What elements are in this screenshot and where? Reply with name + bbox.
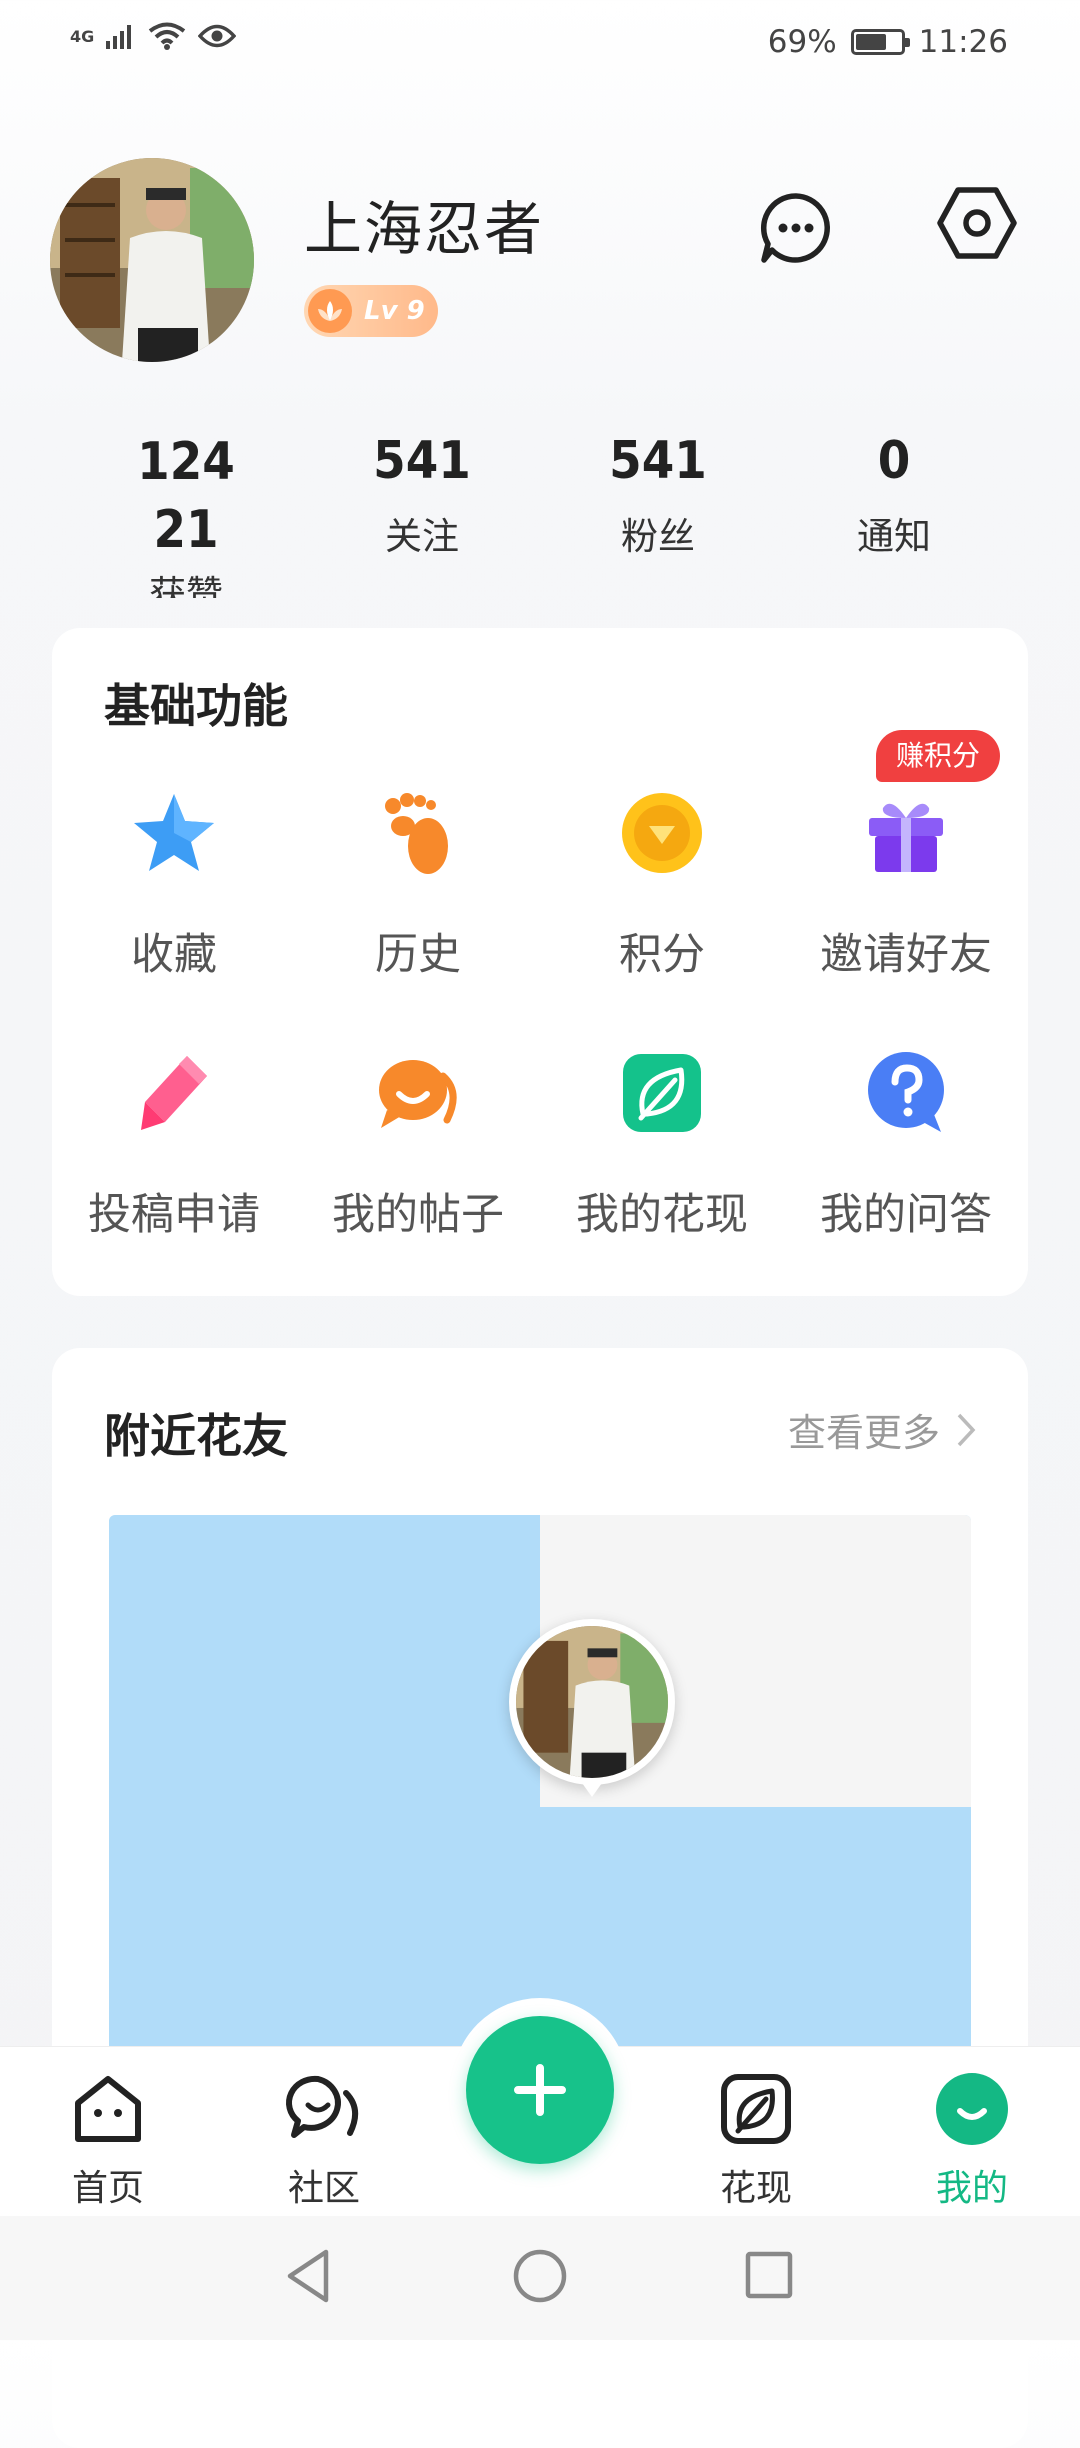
footprint-icon [385,793,448,874]
nav-me[interactable]: 我的 [892,2069,1052,2211]
fans-label: 粉丝 [621,515,695,558]
following-count: 541 [373,431,471,491]
points-label: 积分 [619,930,705,980]
history-label: 历史 [375,930,461,980]
leaf-icon [623,1054,701,1132]
back-triangle-icon[interactable] [282,2246,334,2306]
stat-likes[interactable]: 12421 获赞 [76,428,296,598]
leaf-icon [721,2074,791,2144]
community-icon [286,2075,359,2138]
level-badge: Lv 9 [304,285,438,337]
nav-home-label: 首页 [71,2168,144,2209]
settings-button[interactable] [934,180,1020,266]
chat-bubble-icon [760,193,830,263]
submission-apply-button[interactable]: 投稿申请 [52,1048,296,1242]
stat-fans[interactable]: 541 粉丝 [548,428,768,560]
view-more-link[interactable]: 查看更多 [788,1402,976,1457]
my-posts-button[interactable]: 我的帖子 [296,1048,540,1242]
map-user-pin[interactable] [509,1619,675,1797]
nav-community[interactable]: 社区 [244,2069,404,2211]
star-icon [134,794,214,871]
username: 上海忍者 [304,195,545,263]
notifications-count: 0 [877,431,911,491]
points-button[interactable]: 积分 [540,788,784,982]
my-qa-label: 我的问答 [820,1190,992,1240]
home-icon [75,2076,141,2142]
message-button[interactable] [756,188,836,268]
nearby-friends-title: 附近花友 [104,1409,288,1463]
question-icon [868,1052,944,1132]
me-icon [936,2073,1008,2145]
invite-friends-label: 邀请好友 [820,930,992,980]
points-coin-icon [622,793,702,873]
chevron-right-icon [957,1413,976,1446]
wifi-icon [149,22,186,50]
history-button[interactable]: 历史 [296,788,540,982]
eye-icon [198,24,237,48]
my-posts-label: 我的帖子 [332,1190,504,1240]
nav-community-label: 社区 [287,2168,360,2209]
my-qa-button[interactable]: 我的问答 [784,1048,1028,1242]
battery-percent: 69% [767,24,837,60]
system-navigation-bar [0,2216,1080,2340]
favorites-label: 收藏 [131,930,217,980]
settings-hexagon-icon [937,187,1017,259]
battery-icon [850,29,910,55]
post-bubble-icon [379,1060,457,1128]
my-discoveries-label: 我的花现 [576,1190,748,1240]
level-label: Lv 9 [364,296,425,326]
lotus-icon [308,289,352,333]
stat-notifications[interactable]: 0 通知 [784,428,1004,560]
nav-discover[interactable]: 花现 [676,2069,836,2211]
stat-following[interactable]: 541 关注 [312,428,532,560]
plus-icon [514,2064,566,2116]
gift-icon [869,803,943,872]
pencil-icon [141,1056,207,1130]
favorites-button[interactable]: 收藏 [52,788,296,982]
notifications-label: 通知 [857,515,931,558]
basic-functions-title: 基础功能 [104,679,288,733]
likes-label: 获赞 [149,573,223,598]
clock: 11:26 [918,24,1008,60]
view-more-label: 查看更多 [787,1411,940,1455]
network-label: 4G [70,26,95,46]
signal-icon [106,25,132,49]
likes-count: 12421 [137,432,235,560]
recents-square-icon[interactable] [744,2250,794,2300]
home-circle-icon[interactable] [512,2248,568,2304]
earn-points-tag[interactable]: 赚积分 [876,730,1001,782]
pin-avatar [516,1626,668,1778]
basic-functions-card: 基础功能 收藏 历史 积分 邀请好友 投稿申请 我的帖子 我的花现 我的问答 [52,628,1028,1296]
avatar[interactable] [50,158,254,362]
nav-home[interactable]: 首页 [28,2069,188,2211]
my-discoveries-button[interactable]: 我的花现 [540,1048,784,1242]
nav-discover-label: 花现 [719,2168,792,2209]
submission-apply-label: 投稿申请 [88,1190,260,1240]
nav-me-label: 我的 [935,2168,1008,2209]
create-post-button[interactable] [466,2016,614,2164]
invite-friends-button[interactable]: 邀请好友 [784,788,1028,982]
status-bar: 4G 69% 11:26 [0,0,1080,90]
following-label: 关注 [385,515,459,558]
fans-count: 541 [609,431,707,491]
